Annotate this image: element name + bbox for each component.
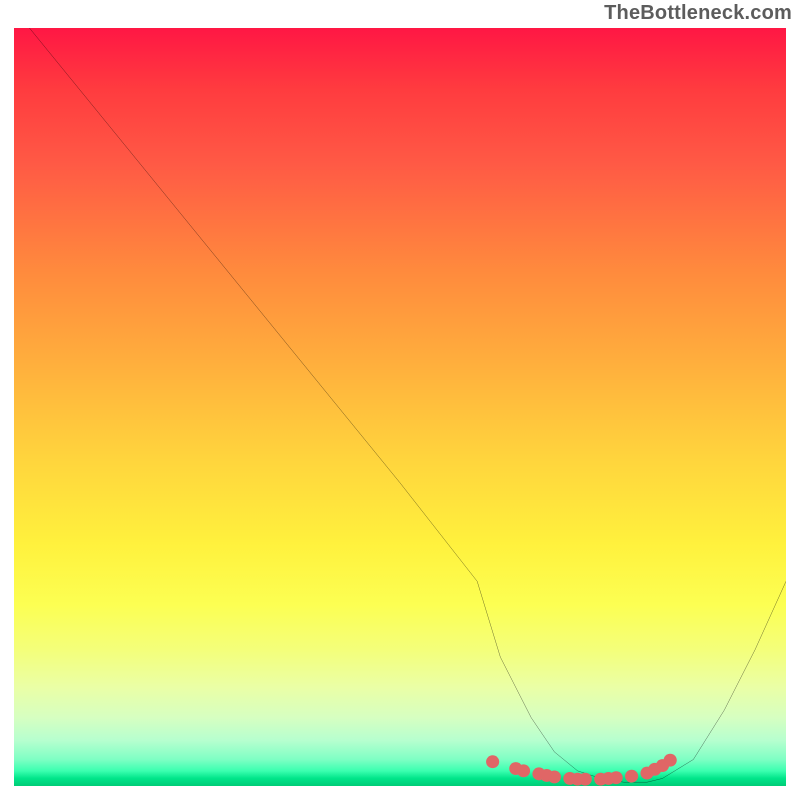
chart-container: TheBottleneck.com [0, 0, 800, 800]
valley-dot [579, 773, 592, 786]
valley-dot [548, 770, 561, 783]
attribution-text: TheBottleneck.com [604, 2, 792, 25]
plot-area [14, 28, 786, 786]
valley-dot [664, 754, 677, 767]
valley-dot [610, 771, 623, 784]
chart-svg [14, 28, 786, 786]
valley-dot [625, 770, 638, 783]
bottleneck-curve [29, 28, 786, 782]
valley-dots [486, 754, 677, 786]
valley-dot [517, 764, 530, 777]
valley-dot [486, 755, 499, 768]
